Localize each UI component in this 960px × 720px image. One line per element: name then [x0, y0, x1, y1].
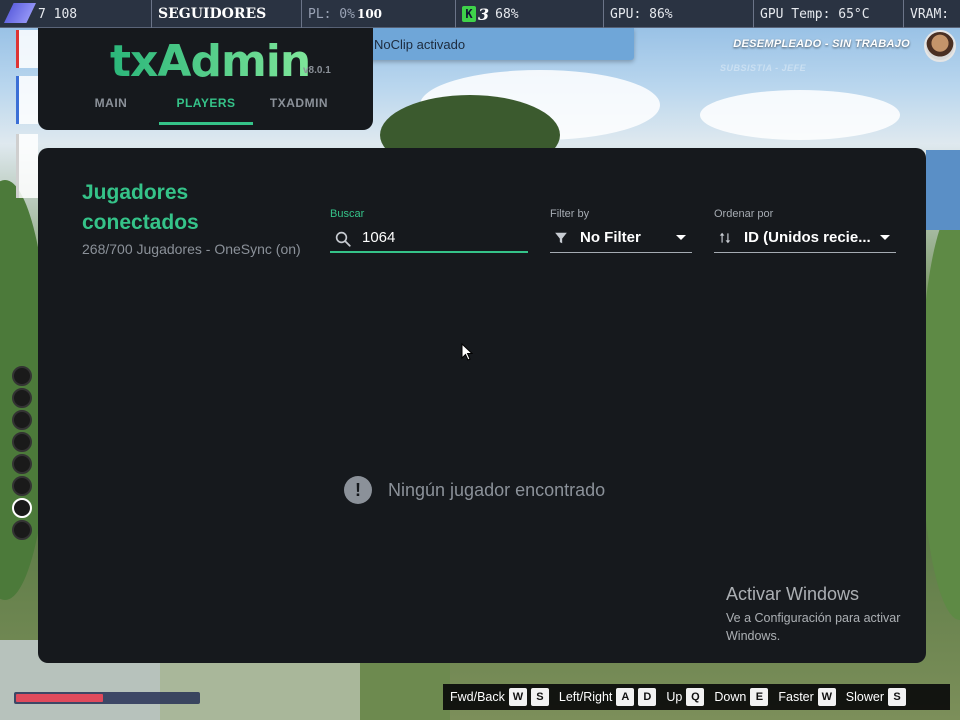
mouse-cursor-icon	[461, 343, 473, 361]
keybind-item: Faster W	[778, 688, 839, 706]
keybind-key: E	[750, 688, 769, 706]
tab-main[interactable]: MAIN	[82, 96, 140, 110]
pl-value: 100	[356, 7, 383, 21]
fps-cell: 7 108	[0, 0, 152, 28]
txadmin-logo: txAdmin	[110, 36, 311, 87]
filter-select[interactable]: No Filter	[550, 225, 692, 253]
keybind-item: Left/Right A D	[559, 688, 661, 706]
panel-title: Jugadores conectados	[82, 181, 199, 234]
packet-loss-cell: PL: 0% 100	[302, 0, 456, 28]
filter-label: Filter by	[550, 208, 590, 220]
ring-number: 3	[478, 4, 490, 24]
search-label: Buscar	[330, 208, 365, 220]
player-count-subtitle: 268/700 Jugadores - OneSync (on)	[82, 241, 301, 257]
health-fill	[16, 694, 103, 702]
filter-value: No Filter	[580, 229, 641, 246]
keybind-key: S	[530, 688, 549, 706]
gpu-label: GPU: 86%	[610, 6, 673, 22]
followers-cell: SEGUIDORES	[152, 0, 302, 28]
active-tab-indicator	[159, 122, 253, 125]
keybind-label: Fwd/Back	[450, 690, 505, 704]
keybind-key: Q	[686, 688, 705, 706]
search-input[interactable]: 1064	[330, 225, 528, 253]
keybind-item: Down E	[714, 688, 772, 706]
sort-icon	[719, 232, 731, 244]
hud-status-icon	[12, 366, 32, 386]
hud-card	[16, 76, 38, 124]
hud-status-icon	[12, 388, 32, 408]
hud-status-icon	[12, 476, 32, 496]
job-label: DESEMPLEADO - SIN TRABAJO	[733, 38, 910, 50]
txadmin-header: txAdmin v8.0.1 MAIN PLAYERS TXADMIN	[38, 28, 373, 130]
keybind-label: Left/Right	[558, 690, 613, 704]
hud-status-icon	[12, 432, 32, 452]
cpu-cell: K 3 68%	[456, 0, 604, 28]
hud-card	[16, 134, 38, 198]
vram-label: VRAM:	[910, 6, 950, 22]
empty-message: Ningún jugador encontrado	[388, 479, 606, 500]
keybind-key: S	[888, 688, 907, 706]
keybind-label: Slower	[845, 690, 885, 704]
followers-label: SEGUIDORES	[158, 6, 267, 22]
job-sub-label: SUBSISTIA - JEFE	[720, 63, 807, 73]
health-bar	[14, 692, 200, 704]
keybind-key: W	[508, 688, 527, 706]
alert-icon: !	[344, 476, 372, 504]
windows-activation-watermark: Activar Windows Ve a Configuración para …	[726, 584, 926, 645]
keybind-key: W	[817, 688, 836, 706]
empty-state: ! Ningún jugador encontrado	[344, 476, 605, 504]
search-icon	[335, 231, 351, 247]
notification-text: NoClip activado	[374, 36, 466, 52]
watermark-subtitle: Ve a Configuración para activar Windows.	[726, 611, 901, 643]
hud-status-icon	[12, 520, 32, 540]
keybind-key: D	[638, 688, 657, 706]
hud-status-icon	[12, 410, 32, 430]
gpu-temp-label: GPU Temp: 65°C	[760, 6, 870, 22]
sort-value: ID (Unidos recie...	[744, 229, 871, 246]
keybind-item: Slower S	[846, 688, 910, 706]
keybind-label: Down	[714, 690, 747, 704]
gpu-cell: GPU: 86%	[604, 0, 754, 28]
search-value: 1064	[362, 229, 396, 246]
tab-players[interactable]: PLAYERS	[160, 96, 252, 110]
keybind-item: Up Q	[666, 688, 708, 706]
gpu-temp-cell: GPU Temp: 65°C	[754, 0, 904, 28]
sort-select[interactable]: ID (Unidos recie...	[714, 225, 896, 253]
sort-label: Ordenar por	[714, 208, 774, 220]
player-avatar	[924, 30, 956, 62]
noclip-keybind-bar: Fwd/Back W S Left/Right A D Up Q Down E Faster W Slo…	[443, 684, 950, 710]
cpu-label: 68%	[495, 6, 519, 22]
tab-txadmin[interactable]: TXADMIN	[264, 96, 334, 110]
chevron-down-icon	[676, 235, 686, 240]
keybind-label: Up	[666, 690, 683, 704]
txadmin-version: v8.0.1	[303, 65, 331, 76]
watermark-title: Activar Windows	[726, 584, 860, 604]
fps-value: 7 108	[38, 6, 78, 22]
overlay-logo-icon	[4, 3, 36, 23]
pl-label: PL: 0%	[308, 6, 355, 22]
performance-overlay: 7 108 SEGUIDORES PL: 0% 100 K 3 68% GPU:…	[0, 0, 960, 28]
vram-cell: VRAM:	[904, 0, 960, 28]
noclip-notification: i NoClip activado	[330, 28, 634, 60]
hud-status-icon	[12, 498, 32, 518]
keybind-item: Fwd/Back W S	[450, 688, 553, 706]
streamer-k-icon: K	[462, 6, 476, 22]
hud-status-icon	[12, 454, 32, 474]
left-hud	[0, 28, 38, 708]
chevron-down-icon	[880, 235, 890, 240]
hud-card	[16, 30, 38, 68]
keybind-label: Faster	[778, 690, 814, 704]
filter-icon	[555, 232, 567, 244]
keybind-key: A	[616, 688, 635, 706]
